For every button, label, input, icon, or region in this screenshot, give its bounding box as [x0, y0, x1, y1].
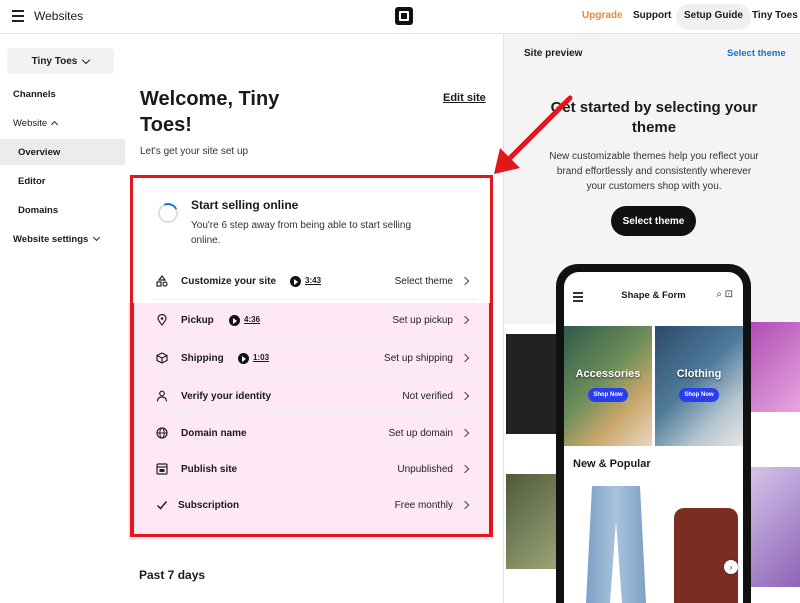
clothing-tile: Clothing Shop Now: [655, 326, 743, 446]
shop-now-button: Shop Now: [588, 388, 628, 402]
sidebar: Tiny Toes Channels Website Overview Edit…: [0, 34, 125, 603]
hamburger-menu-icon[interactable]: [12, 10, 24, 22]
theme-thumbnail-right: [749, 322, 800, 603]
chevron-up-icon: [51, 120, 59, 129]
top-bar: Websites Upgrade Support Setup Guide Tin…: [0, 0, 800, 34]
site-preview-panel: Site preview Select theme Get started by…: [503, 34, 800, 603]
sidebar-item-label: Editor: [18, 175, 46, 187]
business-name: Tiny Toes: [31, 55, 78, 67]
chevron-right-icon: ›: [724, 560, 738, 574]
sidebar-item-website[interactable]: Website: [0, 110, 125, 136]
app-title: Websites: [34, 9, 84, 23]
annotation-box: [130, 175, 493, 537]
setup-guide-button[interactable]: Setup Guide: [676, 4, 751, 30]
shop-now-button: Shop Now: [679, 388, 719, 402]
theme-image: [749, 467, 800, 587]
sidebar-item-label: Channels: [13, 88, 56, 100]
sidebar-item-editor[interactable]: Editor: [0, 168, 125, 194]
sidebar-item-domains[interactable]: Domains: [0, 197, 125, 223]
upgrade-link[interactable]: Upgrade: [582, 10, 623, 21]
square-logo-icon[interactable]: [395, 7, 413, 25]
theme-thumbnail-left: [504, 324, 556, 603]
phone-mockup: Shape & Form ⌕ ⊡ Accessories Shop Now Cl…: [556, 264, 751, 603]
sidebar-item-label: Website: [13, 117, 48, 129]
sidebar-item-website-settings[interactable]: Website settings: [0, 226, 125, 252]
tile-label: Clothing: [676, 368, 722, 380]
account-menu[interactable]: Tiny Toes: [752, 10, 798, 21]
preview-description: New customizable themes help you reflect…: [549, 151, 759, 192]
chevron-down-icon: [82, 55, 91, 64]
chevron-down-icon: [93, 233, 101, 242]
phone-header: Shape & Form ⌕ ⊡: [564, 272, 743, 318]
select-theme-link[interactable]: Select theme: [727, 48, 786, 59]
page-subtitle: Let's get your site set up: [140, 146, 249, 157]
preview-label: Site preview: [524, 48, 583, 59]
new-popular-heading: New & Popular: [573, 458, 651, 470]
theme-image: [749, 322, 800, 412]
sidebar-item-label: Overview: [18, 146, 61, 158]
select-theme-button[interactable]: Select theme: [611, 206, 696, 236]
support-link[interactable]: Support: [633, 10, 671, 21]
sweater-product-image: [674, 508, 738, 603]
edit-site-link[interactable]: Edit site: [443, 92, 486, 104]
phone-screen: Shape & Form ⌕ ⊡ Accessories Shop Now Cl…: [564, 272, 743, 603]
accessories-tile: Accessories Shop Now: [564, 326, 652, 446]
jeans-product-image: [586, 486, 646, 603]
section-title-past-7-days: Past 7 days: [139, 568, 206, 582]
page-title: Welcome, Tiny Toes!: [140, 88, 280, 136]
search-cart-icon: ⌕ ⊡: [716, 289, 733, 300]
sidebar-item-overview[interactable]: Overview: [0, 139, 125, 165]
sidebar-item-label: Website settings: [13, 233, 89, 245]
preview-title: Get started by selecting your theme: [550, 99, 758, 136]
tile-label: Accessories: [575, 368, 641, 380]
business-selector[interactable]: Tiny Toes: [7, 48, 114, 74]
sidebar-item-label: Domains: [18, 204, 59, 216]
sidebar-item-channels[interactable]: Channels: [0, 81, 125, 107]
theme-image: [506, 334, 556, 434]
theme-image: [506, 474, 556, 569]
